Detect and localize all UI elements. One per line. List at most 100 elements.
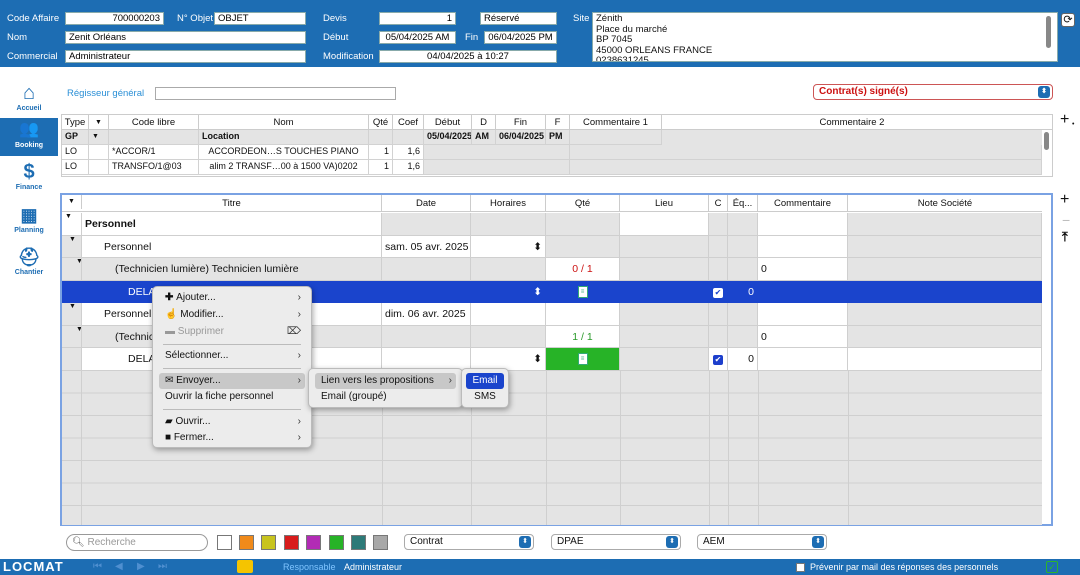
menu-item-fermer[interactable]: ■ Fermer... ›: [159, 430, 305, 446]
color-swatch-orange[interactable]: [239, 535, 254, 550]
document-icon[interactable]: ≡: [577, 353, 588, 366]
site-scrollbar[interactable]: [1046, 16, 1051, 48]
table-row[interactable]: ▼ (Technicien lumière) Technicien lumièr…: [62, 258, 1042, 281]
menu-item-fiche-personnel[interactable]: Ouvrir la fiche personnel: [159, 389, 305, 405]
checkbox[interactable]: ✔: [713, 287, 723, 298]
cell: 05/04/2025: [424, 130, 472, 145]
nav-accueil[interactable]: ⌂ Accueil: [0, 81, 58, 115]
col-lieu[interactable]: Lieu: [620, 195, 709, 212]
table-row[interactable]: LO *ACCOR/1 ACCORDEON…S TOUCHES PIANO 1 …: [62, 145, 1042, 160]
sort-icon[interactable]: •: [1072, 121, 1074, 128]
minus-icon[interactable]: −: [1062, 212, 1070, 228]
regisseur-field[interactable]: [155, 87, 396, 100]
cell: [89, 160, 109, 175]
collapse-icon[interactable]: ▼: [62, 213, 82, 236]
col-note-societe[interactable]: Note Société: [848, 195, 1042, 212]
col-nom[interactable]: Nom: [199, 115, 369, 130]
table-row[interactable]: LO TRANSFO/1@03 alim 2 TRANSF…00 à 1500 …: [62, 160, 1042, 175]
devis-field[interactable]: 1: [379, 12, 456, 25]
col-code-libre[interactable]: Code libre: [109, 115, 199, 130]
collapse-icon[interactable]: ▼: [62, 325, 82, 348]
col-f[interactable]: F: [546, 115, 570, 130]
nav-chantier[interactable]: ⛑ Chantier: [0, 245, 58, 283]
color-swatch-teal[interactable]: [351, 535, 366, 550]
fin-field[interactable]: 06/04/2025 PM: [484, 31, 557, 44]
checkbox[interactable]: ✔: [713, 355, 723, 365]
statut-field[interactable]: Réservé: [480, 12, 557, 25]
stepper-icon[interactable]: ⬍: [471, 235, 546, 258]
col-qte[interactable]: Qté: [369, 115, 393, 130]
document-icon[interactable]: ≡: [577, 285, 588, 298]
col-horaires[interactable]: Horaires: [471, 195, 546, 212]
col-date[interactable]: Date: [382, 195, 471, 212]
refresh-icon[interactable]: ⟳: [1061, 13, 1075, 27]
col-eq[interactable]: Éq...: [728, 195, 758, 212]
color-swatch-purple[interactable]: [306, 535, 321, 550]
search-input[interactable]: 🔍︎ Recherche: [66, 534, 208, 551]
commercial-field[interactable]: Administrateur: [65, 50, 306, 63]
col-coef[interactable]: Coef: [393, 115, 424, 130]
top-table-scrollbar[interactable]: [1044, 132, 1049, 150]
contrat-select[interactable]: Contrat ⬍: [404, 534, 534, 550]
col-d[interactable]: D: [472, 115, 496, 130]
dpae-select[interactable]: DPAE ⬍: [551, 534, 681, 550]
col-expand[interactable]: ▼: [62, 195, 82, 209]
contract-status-select[interactable]: Contrat(s) signé(s) ⬍: [813, 84, 1053, 100]
color-swatch-gray[interactable]: [373, 535, 388, 550]
collapse-icon[interactable]: ▼: [62, 258, 82, 281]
prevenir-checkbox[interactable]: [796, 563, 805, 572]
debut-field[interactable]: 05/04/2025 AM: [379, 31, 456, 44]
col-titre[interactable]: Titre: [82, 195, 382, 212]
nav-finance[interactable]: $ Finance: [0, 160, 58, 198]
col-type[interactable]: Type: [62, 115, 89, 130]
table-row[interactable]: ▼ Personnel: [62, 213, 1042, 236]
nav-booking[interactable]: 👥 Booking: [0, 118, 58, 156]
cell: ▼: [89, 130, 109, 145]
col-commentaire[interactable]: Commentaire: [758, 195, 848, 212]
nav-next-icon[interactable]: ▶: [137, 559, 145, 575]
col-qte[interactable]: Qté: [546, 195, 620, 212]
menu-item-ajouter[interactable]: ✚ Ajouter... ›: [159, 290, 305, 306]
menu-item-email[interactable]: Email: [466, 373, 504, 389]
code-affaire-field[interactable]: 700000203: [65, 12, 164, 25]
add-plus-icon[interactable]: +: [1060, 111, 1069, 129]
col-c[interactable]: C: [709, 195, 728, 212]
site-address-field[interactable]: Zénith Place du marché BP 7045 45000 ORL…: [592, 12, 1058, 62]
menu-item-supprimer[interactable]: ▬ Supprimer ⌦: [159, 324, 305, 340]
nav-planning[interactable]: ▦ Planning: [0, 203, 58, 241]
nav-last-icon[interactable]: ⏭: [158, 559, 167, 575]
col-fin[interactable]: Fin: [496, 115, 546, 130]
menu-item-lien-propositions[interactable]: Lien vers les propositions ›: [315, 373, 456, 389]
move-top-icon[interactable]: ⤒: [1062, 229, 1068, 245]
menu-item-sms[interactable]: SMS: [466, 389, 504, 405]
col-commentaire1[interactable]: Commentaire 1: [570, 115, 662, 130]
menu-item-ouvrir[interactable]: ▰ Ouvrir... ›: [159, 414, 305, 430]
aem-select[interactable]: AEM ⬍: [697, 534, 827, 550]
validate-check-icon[interactable]: ✓: [1046, 561, 1058, 573]
color-swatch-green[interactable]: [329, 535, 344, 550]
nav-prev-icon[interactable]: ◀: [115, 559, 123, 575]
color-swatch-yellow[interactable]: [261, 535, 276, 550]
menu-item-modifier[interactable]: ☝ Modifier... ›: [159, 307, 305, 323]
cell: [369, 130, 393, 145]
group-row[interactable]: GP ▼ Location 05/04/2025 AM 06/04/2025 P…: [62, 130, 1042, 145]
col-commentaire2[interactable]: Commentaire 2: [662, 115, 1042, 130]
stepper-icon[interactable]: ⬍: [471, 280, 546, 303]
menu-item-envoyer[interactable]: ✉ Envoyer... ›: [159, 373, 305, 389]
col-sort[interactable]: ▼: [89, 115, 109, 130]
collapse-icon[interactable]: ▼: [62, 303, 82, 326]
add-plus-icon[interactable]: +: [1060, 191, 1069, 209]
color-swatch-white[interactable]: [217, 535, 232, 550]
objet-field[interactable]: OBJET: [214, 12, 306, 25]
color-swatch-red[interactable]: [284, 535, 299, 550]
menu-item-selectionner[interactable]: Sélectionner... ›: [159, 348, 305, 364]
select-value: AEM: [703, 536, 725, 547]
col-debut[interactable]: Début: [424, 115, 472, 130]
devis-label: Devis: [323, 13, 347, 24]
nav-first-icon[interactable]: ⏮: [93, 559, 102, 575]
nom-field[interactable]: Zenit Orléans: [65, 31, 306, 44]
folder-icon[interactable]: [237, 560, 253, 573]
table-row[interactable]: ▼ Personnel sam. 05 avr. 2025 ⬍: [62, 235, 1042, 258]
menu-item-email-groupe[interactable]: Email (groupé): [315, 389, 456, 405]
collapse-icon[interactable]: ▼: [62, 235, 82, 258]
